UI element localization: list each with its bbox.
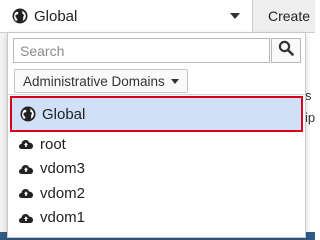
filter-dropdown-button[interactable]: Administrative Domains [14,69,188,93]
list-item-label: vdom1 [40,209,86,227]
list-item-global[interactable]: Global [10,96,303,132]
search-input[interactable] [13,38,270,63]
list-item-root[interactable]: root [8,132,305,157]
search-icon [278,40,294,61]
list-item-vdom2[interactable]: vdom2 [8,181,305,206]
filter-label: Administrative Domains [23,73,165,89]
chevron-down-icon [170,78,179,84]
selected-scope-label: Global [34,7,78,25]
chevron-down-icon [230,13,240,19]
list-item-label: Global [42,105,86,123]
list-item-vdom3[interactable]: vdom3 [8,157,305,182]
cloud-icon [18,136,34,152]
scope-selector[interactable]: Global [0,0,252,33]
globe-icon [12,8,28,24]
list-item-label: vdom3 [40,160,86,178]
globe-icon [20,106,36,122]
search-button[interactable] [271,38,301,63]
scope-dropdown-panel: Administrative Domains Global root [7,33,306,238]
create-tab[interactable]: Create [252,0,315,33]
background-panel [0,33,7,233]
background-text-fragment: ip [305,110,316,125]
list-item-label: root [40,135,66,153]
list-item-label: vdom2 [40,184,86,202]
cloud-icon [18,185,34,201]
cloud-icon [18,210,34,226]
cloud-icon [18,161,34,177]
list-item-vdom1[interactable]: vdom1 [8,206,305,231]
divider [8,94,305,95]
scope-list: Global root vdom3 vdom2 vdom1 [8,96,305,230]
